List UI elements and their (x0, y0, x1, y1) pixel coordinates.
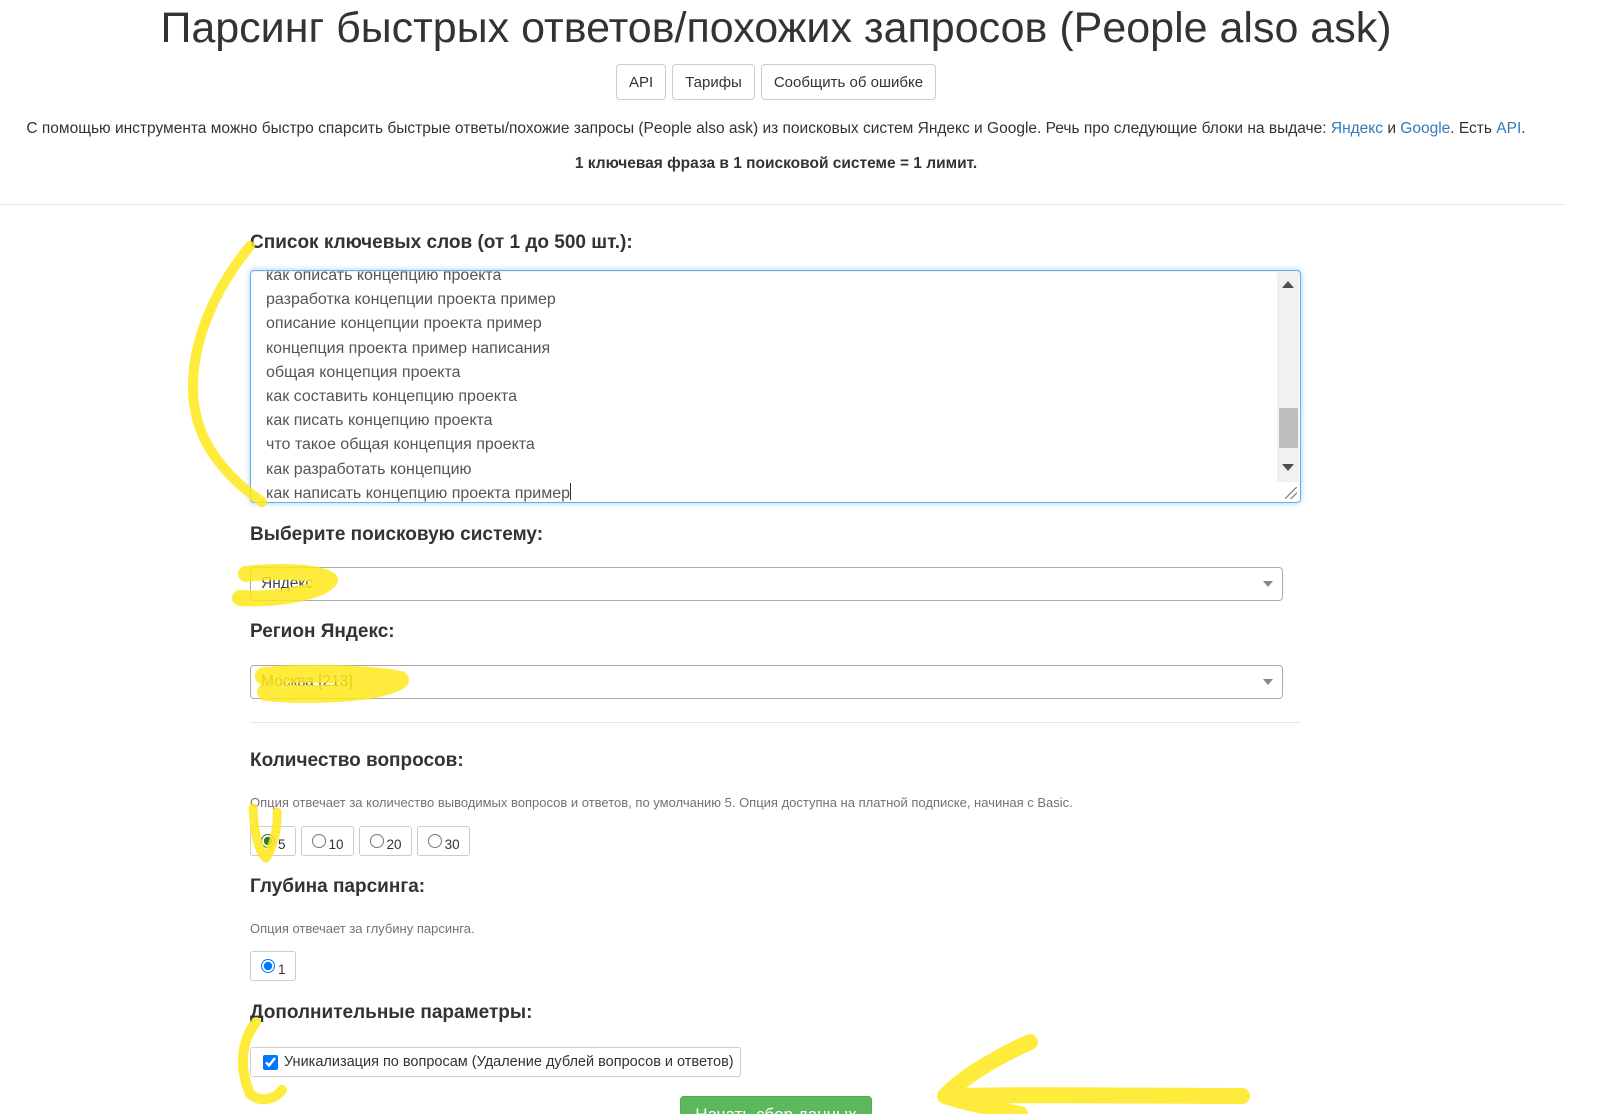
chevron-down-icon (1263, 581, 1273, 587)
keywords-label: Список ключевых слов (от 1 до 500 шт.): (250, 232, 633, 253)
keyword-line: как писать концепцию проекта (266, 412, 493, 430)
questions-option-5[interactable]: 5 (250, 826, 296, 856)
limit-note: 1 ключевая фраза в 1 поисковой системе =… (574, 155, 978, 172)
divider (250, 722, 1301, 723)
intro-body: С помощью инструмента можно быстро спарс… (26, 120, 1327, 137)
intro-text: С помощью инструмента можно быстро спарс… (0, 118, 1552, 140)
uniq-questions-label: Уникализация по вопросам (Удаление дубле… (284, 1054, 734, 1070)
depth-label: Глубина парсинга: (250, 876, 426, 897)
keyword-line: как описать концепцию проекта (266, 270, 502, 284)
pricing-button[interactable]: Тарифы (672, 64, 755, 100)
keyword-line: описание концепции проекта пример (266, 315, 542, 333)
arrow-highlight (937, 1034, 1250, 1114)
divider (0, 204, 1564, 205)
keyword-line: общая концепция проекта (266, 363, 461, 381)
page: Парсинг быстрых ответов/похожих запросов… (0, 0, 1600, 1114)
extra-params-label: Дополнительные параметры: (250, 1002, 533, 1023)
keyword-line-text: как написать концепцию проекта пример (266, 484, 571, 502)
page-title: Парсинг быстрых ответов/похожих запросов… (160, 4, 1392, 52)
report-error-button[interactable]: Сообщить об ошибке (760, 64, 937, 100)
keyword-line: как составить концепцию проекта (266, 388, 517, 406)
radio-label: 20 (386, 836, 402, 852)
questions-count-help: Опция отвечает за количество выводимых в… (250, 795, 1073, 810)
radio-20[interactable] (369, 834, 384, 848)
scroll-thumb[interactable] (1279, 408, 1298, 448)
yandex-example-link[interactable]: Яндекс (1331, 120, 1383, 137)
top-buttons: API Тарифы Сообщить об ошибке (0, 64, 1552, 100)
keyword-line: концепция проекта пример написания (266, 339, 551, 357)
keyword-line: что такое общая концепция проекта (266, 436, 535, 454)
radio-label: 10 (328, 836, 344, 852)
radio-10[interactable] (311, 834, 326, 848)
radio-label: 5 (278, 836, 286, 852)
questions-count-options: 5 10 20 30 (250, 826, 470, 856)
depth-option-1[interactable]: 1 (250, 951, 296, 981)
google-example-link[interactable]: Google (1400, 120, 1450, 137)
api-link[interactable]: API (1496, 120, 1521, 137)
intro-api-prefix: . Есть (1450, 120, 1492, 137)
uniq-questions-checkbox[interactable] (263, 1054, 278, 1070)
region-label: Регион Яндекс: (250, 621, 395, 642)
depth-options: 1 (250, 951, 296, 981)
questions-option-10[interactable]: 10 (300, 826, 354, 856)
intro-end: . (1521, 120, 1526, 137)
keyword-line: разработка концепции проекта пример (266, 291, 556, 309)
radio-30[interactable] (427, 834, 442, 848)
start-button[interactable]: Начать сбор данных (680, 1096, 872, 1114)
keywords-textarea[interactable]: как описать концепцию проекта разработка… (250, 270, 1301, 503)
region-value: Москва [213] (261, 673, 353, 690)
text-caret (570, 482, 572, 500)
search-engine-select[interactable]: Яндекс (250, 567, 1283, 601)
radio-label: 1 (278, 961, 286, 977)
radio-label: 30 (444, 836, 460, 852)
keywords-lines: как описать концепцию проекта разработка… (266, 270, 1266, 502)
textarea-scrollbar[interactable] (1277, 272, 1299, 482)
questions-option-20[interactable]: 20 (358, 826, 412, 856)
resize-grip-icon[interactable] (1285, 487, 1297, 499)
scroll-up-icon[interactable] (1282, 281, 1294, 288)
uniq-questions-option[interactable]: Уникализация по вопросам (Удаление дубле… (250, 1047, 741, 1077)
keyword-line-last: как написать концепцию проекта пример (266, 482, 1266, 502)
search-engine-value: Яндекс (261, 575, 314, 592)
api-button[interactable]: API (615, 64, 667, 100)
questions-count-label: Количество вопросов: (250, 750, 464, 771)
depth-help: Опция отвечает за глубину парсинга. (250, 921, 475, 936)
keyword-line: как разработать концепцию (266, 460, 472, 478)
region-select[interactable]: Москва [213] (250, 665, 1283, 699)
radio-depth-1[interactable] (261, 959, 275, 973)
radio-5[interactable] (261, 834, 275, 848)
search-engine-label: Выберите поисковую систему: (250, 524, 544, 545)
intro-and: и (1387, 120, 1396, 137)
chevron-down-icon (1263, 679, 1273, 685)
questions-option-30[interactable]: 30 (416, 826, 470, 856)
scroll-down-icon[interactable] (1282, 464, 1294, 471)
